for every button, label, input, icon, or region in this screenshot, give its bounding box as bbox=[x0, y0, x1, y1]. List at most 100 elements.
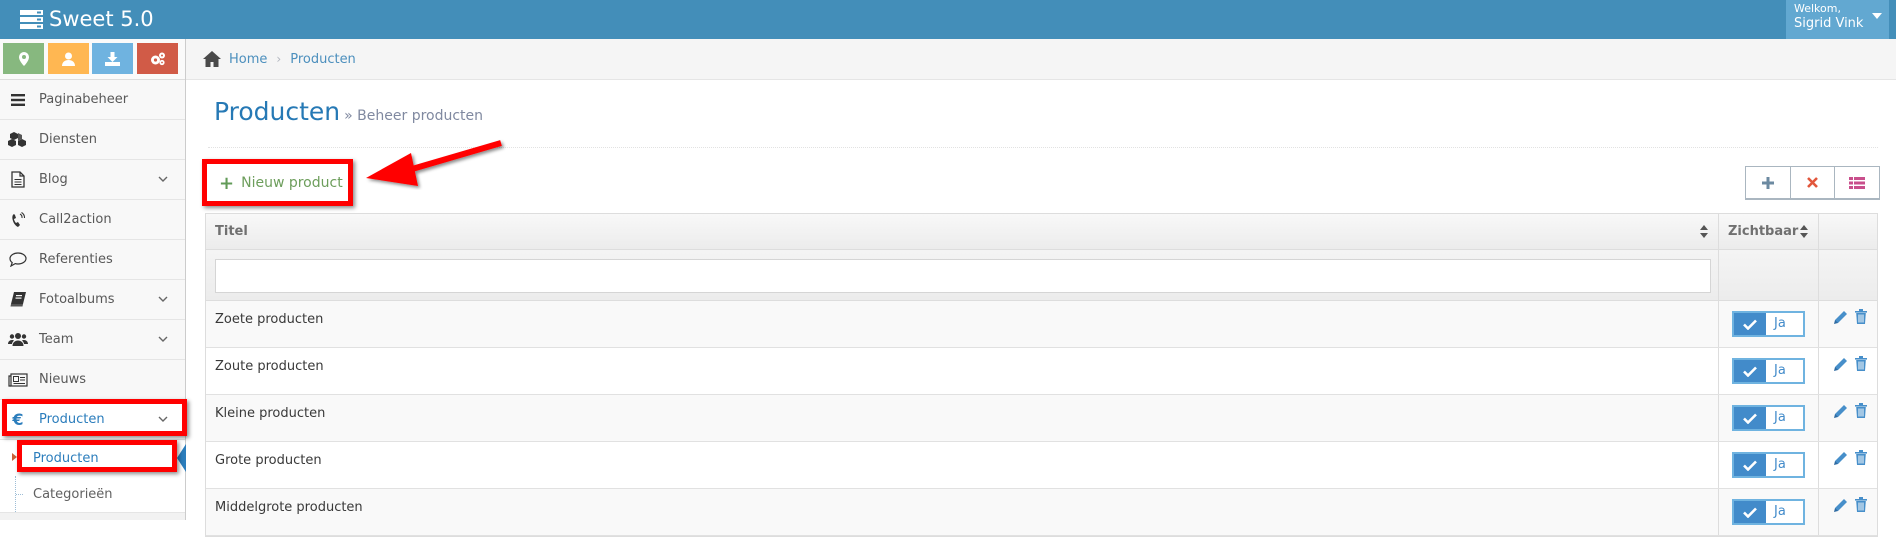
sidebar-item-blog[interactable]: Blog bbox=[0, 160, 185, 200]
table-header: Titel Zichtbaar bbox=[206, 214, 1877, 250]
pencil-icon[interactable] bbox=[1833, 404, 1848, 419]
user-menu[interactable]: Welkom, Sigrid Vink bbox=[1786, 0, 1889, 39]
check-icon bbox=[1734, 454, 1766, 476]
pencil-icon[interactable] bbox=[1833, 310, 1848, 325]
column-label: Titel bbox=[215, 224, 248, 239]
shortcut-download-button[interactable] bbox=[92, 43, 133, 74]
trash-icon[interactable] bbox=[1855, 497, 1867, 512]
sidebar-item-paginabeheer[interactable]: Paginabeheer bbox=[0, 80, 185, 120]
plus-icon bbox=[1761, 176, 1774, 189]
toggle-label: Ja bbox=[1774, 363, 1786, 378]
chevron-down-icon bbox=[158, 336, 168, 342]
row-actions bbox=[1819, 348, 1877, 394]
book-icon bbox=[7, 291, 29, 309]
trash-icon[interactable] bbox=[1855, 356, 1867, 371]
row-visible-cell: Ja bbox=[1719, 348, 1819, 394]
trash-icon[interactable] bbox=[1855, 450, 1867, 465]
home-icon bbox=[203, 51, 221, 67]
breadcrumb-home-link[interactable]: Home bbox=[229, 52, 267, 67]
user-name: Sigrid Vink bbox=[1794, 16, 1864, 31]
row-visible-cell: Ja bbox=[1719, 489, 1819, 535]
toggle-label: Ja bbox=[1774, 410, 1786, 425]
row-actions bbox=[1819, 395, 1877, 441]
sidebar-item-call2action[interactable]: Call2action bbox=[0, 200, 185, 240]
trash-icon[interactable] bbox=[1855, 403, 1867, 418]
bars-icon bbox=[7, 91, 29, 109]
times-icon bbox=[1807, 177, 1818, 188]
title-filter-input[interactable] bbox=[215, 259, 1711, 293]
visible-toggle[interactable]: Ja bbox=[1732, 405, 1805, 431]
filter-row bbox=[206, 250, 1877, 301]
trash-icon[interactable] bbox=[1855, 309, 1867, 324]
row-title: Middelgrote producten bbox=[206, 489, 1719, 535]
sidebar-item-team[interactable]: Team bbox=[0, 320, 185, 360]
user-greeting: Welkom, bbox=[1794, 2, 1841, 15]
users-icon bbox=[7, 331, 29, 349]
row-title: Kleine producten bbox=[206, 395, 1719, 441]
row-actions bbox=[1819, 489, 1877, 535]
breadcrumb-current: Producten bbox=[290, 51, 356, 67]
sidebar-item-label: Referenties bbox=[39, 252, 113, 267]
list-view-button[interactable] bbox=[1835, 167, 1880, 198]
cogs-icon bbox=[150, 52, 165, 65]
table-row: Grote producten Ja bbox=[206, 442, 1877, 489]
row-title: Zoute producten bbox=[206, 348, 1719, 394]
new-product-button[interactable]: + Nieuw product bbox=[211, 167, 351, 199]
cubes-icon bbox=[7, 131, 29, 149]
filter-cell-titel bbox=[206, 250, 1719, 300]
table-row: Kleine producten Ja bbox=[206, 395, 1877, 442]
page-title-text: Producten bbox=[214, 97, 341, 126]
submenu-item-categorieen[interactable]: Categorieën bbox=[0, 476, 185, 512]
table-row: Middelgrote producten Ja bbox=[206, 489, 1877, 536]
sidebar-item-nieuws[interactable]: Nieuws bbox=[0, 360, 185, 400]
new-product-label: Nieuw product bbox=[241, 175, 343, 191]
remove-button[interactable] bbox=[1790, 167, 1836, 198]
add-button[interactable] bbox=[1746, 167, 1791, 198]
top-navbar: Sweet 5.0 Welkom, Sigrid Vink bbox=[0, 0, 1896, 39]
sort-icon bbox=[1700, 225, 1708, 238]
list-icon bbox=[1849, 176, 1866, 189]
app-title: Sweet 5.0 bbox=[49, 7, 154, 31]
check-icon bbox=[1734, 313, 1766, 335]
visible-toggle[interactable]: Ja bbox=[1732, 311, 1805, 337]
row-actions bbox=[1819, 301, 1877, 347]
pencil-icon[interactable] bbox=[1833, 498, 1848, 513]
sort-icon bbox=[1800, 225, 1808, 238]
tree-branch bbox=[16, 494, 23, 495]
column-header-titel[interactable]: Titel bbox=[206, 214, 1719, 249]
sidebar-item-referenties[interactable]: Referenties bbox=[0, 240, 185, 280]
pencil-icon[interactable] bbox=[1833, 357, 1848, 372]
shortcut-settings-button[interactable] bbox=[137, 43, 178, 74]
sidebar-item-label: Diensten bbox=[39, 132, 97, 147]
row-visible-cell: Ja bbox=[1719, 442, 1819, 488]
caret-down-icon bbox=[1872, 13, 1882, 19]
map-marker-icon bbox=[18, 51, 29, 66]
chevron-down-icon bbox=[158, 416, 168, 422]
sidebar-item-label: Call2action bbox=[39, 212, 112, 227]
sidebar-item-label: Paginabeheer bbox=[39, 92, 129, 107]
visible-toggle[interactable]: Ja bbox=[1732, 452, 1805, 478]
newspaper-icon bbox=[7, 371, 29, 389]
comment-icon bbox=[7, 251, 29, 269]
table-body: Zoete producten Ja Zoute producten Ja Kl… bbox=[206, 301, 1877, 536]
products-table: Titel Zichtbaar Zoete producten Ja Zoute… bbox=[205, 213, 1878, 537]
file-text-icon bbox=[7, 171, 29, 189]
column-label: Zichtbaar bbox=[1728, 224, 1799, 239]
visible-toggle[interactable]: Ja bbox=[1732, 358, 1805, 384]
sidebar-item-fotoalbums[interactable]: Fotoalbums bbox=[0, 280, 185, 320]
sidebar-item-label: Blog bbox=[39, 172, 68, 187]
sidebar-item-producten[interactable]: € Producten bbox=[0, 400, 185, 440]
submenu-item-producten[interactable]: Producten bbox=[0, 440, 186, 476]
column-header-zichtbaar[interactable]: Zichtbaar bbox=[1719, 214, 1819, 249]
plus-icon: + bbox=[219, 172, 235, 194]
sidebar-item-diensten[interactable]: Diensten bbox=[0, 120, 185, 160]
submenu-item-label: Categorieën bbox=[33, 486, 113, 502]
brand[interactable]: Sweet 5.0 bbox=[20, 4, 154, 34]
table-row: Zoete producten Ja bbox=[206, 301, 1877, 348]
shortcut-user-button[interactable] bbox=[48, 43, 89, 74]
shortcut-location-button[interactable] bbox=[3, 43, 44, 74]
page-title: Producten» Beheer producten bbox=[214, 97, 483, 126]
chevron-down-icon bbox=[158, 296, 168, 302]
pencil-icon[interactable] bbox=[1833, 451, 1848, 466]
visible-toggle[interactable]: Ja bbox=[1732, 499, 1805, 525]
